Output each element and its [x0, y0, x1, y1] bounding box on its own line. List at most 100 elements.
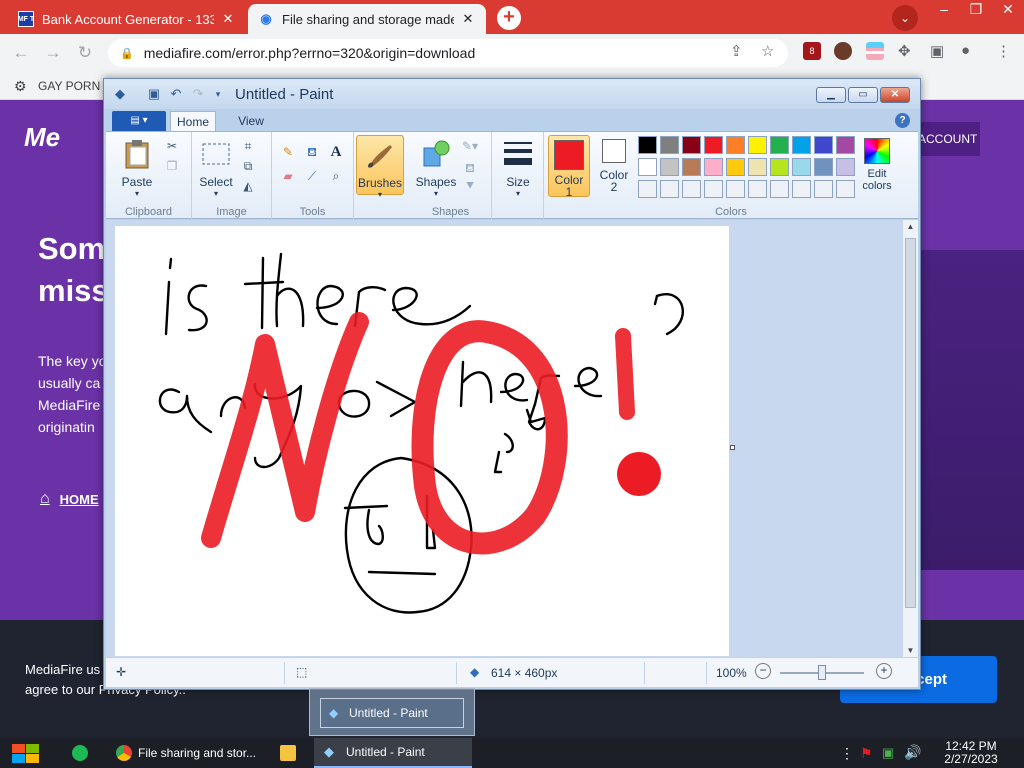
undo-icon[interactable]: ↶: [168, 86, 184, 102]
color-swatch[interactable]: [814, 158, 833, 176]
close-icon[interactable]: ✕: [992, 0, 1024, 22]
color-swatch[interactable]: [814, 180, 833, 198]
taskbar-clock[interactable]: 12:42 PM 2/27/2023: [936, 740, 1006, 766]
scroll-up-arrow-icon[interactable]: ▲: [903, 222, 918, 231]
color-swatch[interactable]: [836, 136, 855, 154]
color-swatch[interactable]: [836, 158, 855, 176]
select-dropdown-icon[interactable]: ▾: [196, 188, 236, 200]
spotify-taskbar-icon[interactable]: [72, 738, 92, 768]
color-swatch[interactable]: [726, 158, 745, 176]
scroll-down-arrow-icon[interactable]: ▼: [903, 646, 918, 655]
color2-button[interactable]: Color 2: [594, 139, 634, 193]
menu-kebab-icon[interactable]: ⋮: [996, 42, 1011, 60]
edit-colors-button[interactable]: Edit colors: [856, 138, 898, 192]
paint-minimize-button[interactable]: ▁: [816, 87, 846, 103]
color1-button[interactable]: Color 1: [548, 135, 590, 198]
color-swatch[interactable]: [748, 180, 767, 198]
new-tab-button[interactable]: +: [497, 6, 521, 30]
home-breadcrumb-link[interactable]: ⌂ HOME: [40, 490, 99, 508]
tab-mediafire[interactable]: ◉ File sharing and storage made si ✕: [248, 4, 486, 34]
customize-toolbar-chevron-icon[interactable]: ▾: [210, 86, 226, 102]
zoom-slider-thumb[interactable]: [818, 665, 826, 680]
brushes-button[interactable]: Brushes ▾: [356, 135, 404, 199]
ublock-extension-icon[interactable]: 8: [803, 42, 821, 60]
color-swatch[interactable]: [660, 180, 679, 198]
redo-icon[interactable]: ↷: [190, 86, 206, 102]
color-swatch[interactable]: [704, 180, 723, 198]
volume-icon[interactable]: 🔊: [904, 744, 921, 761]
save-icon[interactable]: ▣: [146, 86, 162, 102]
file-menu-button[interactable]: ▤ ▾: [112, 111, 166, 131]
outline-icon[interactable]: ✎▾: [462, 138, 478, 154]
reload-icon[interactable]: ↻: [74, 42, 96, 64]
tab-bank-account-generator[interactable]: MF T Bank Account Generator - 133t ✕: [8, 4, 246, 34]
share-icon[interactable]: ⇪: [730, 42, 743, 60]
flag-icon[interactable]: ⚑: [860, 745, 873, 762]
shapes-button[interactable]: Shapes ▾: [412, 138, 460, 200]
color-swatch[interactable]: [682, 136, 701, 154]
paste-button[interactable]: Paste ▾: [114, 138, 160, 200]
network-icon[interactable]: ▣: [882, 745, 894, 761]
taskbar-item-paint[interactable]: ◆ Untitled - Paint: [314, 738, 472, 768]
flag-extension-icon[interactable]: [866, 42, 884, 60]
color-swatch[interactable]: [814, 136, 833, 154]
profile-icon[interactable]: ●: [961, 42, 970, 59]
color-swatch[interactable]: [770, 158, 789, 176]
zoom-in-button[interactable]: +: [876, 663, 892, 679]
minimize-icon[interactable]: –: [928, 0, 960, 22]
resize-icon[interactable]: ⧉: [240, 158, 256, 174]
color-swatch[interactable]: [792, 136, 811, 154]
side-panel-icon[interactable]: ▣: [930, 42, 944, 60]
taskbar-thumbnail-preview[interactable]: ◆ Untitled - Paint: [309, 688, 475, 736]
paint-close-button[interactable]: ✕: [880, 87, 910, 103]
tray-overflow-icon[interactable]: ⋮: [840, 745, 854, 762]
color-picker-icon[interactable]: ⟋: [304, 168, 320, 184]
paste-dropdown-icon[interactable]: ▾: [114, 188, 160, 200]
help-icon[interactable]: ?: [895, 113, 910, 128]
extensions-puzzle-icon[interactable]: ✥: [898, 42, 911, 60]
color-swatch[interactable]: [660, 158, 679, 176]
color-swatch[interactable]: [726, 180, 745, 198]
color-swatch[interactable]: [792, 180, 811, 198]
mediafire-logo[interactable]: Me: [24, 122, 60, 153]
color-swatch[interactable]: [792, 158, 811, 176]
bookmark-star-icon[interactable]: ☆: [761, 42, 774, 60]
paint-app-icon[interactable]: ◆: [112, 86, 128, 102]
scrollbar-thumb[interactable]: [905, 238, 916, 608]
color-swatch[interactable]: [682, 158, 701, 176]
windows-start-icon[interactable]: [10, 738, 42, 768]
preview-item[interactable]: ◆ Untitled - Paint: [320, 698, 464, 728]
select-button[interactable]: Select ▾: [196, 138, 236, 200]
magnifier-icon[interactable]: ⌕: [328, 168, 344, 184]
cut-icon[interactable]: ✂: [164, 138, 180, 154]
text-tool-icon[interactable]: A: [328, 144, 344, 160]
fill-bucket-icon[interactable]: ⛾: [304, 144, 320, 160]
taskbar-item-chrome[interactable]: File sharing and stor...: [108, 738, 262, 768]
color-swatch[interactable]: [704, 136, 723, 154]
rotate-icon[interactable]: ◭: [240, 178, 256, 194]
color-swatch[interactable]: [726, 136, 745, 154]
copy-icon[interactable]: ❐: [164, 158, 180, 174]
color-swatch[interactable]: [704, 158, 723, 176]
zoom-out-button[interactable]: −: [755, 663, 771, 679]
color-swatch[interactable]: [748, 158, 767, 176]
color-swatch[interactable]: [660, 136, 679, 154]
bookmark-item[interactable]: ⚙ GAY PORN: [14, 78, 100, 94]
color-swatch[interactable]: [682, 180, 701, 198]
vertical-scrollbar[interactable]: ▲ ▼: [903, 220, 918, 657]
paint-maximize-button[interactable]: ▭: [848, 87, 878, 103]
address-bar[interactable]: 🔒 mediafire.com/error.php?errno=320&orig…: [108, 39, 788, 67]
close-tab-icon[interactable]: ✕: [460, 11, 476, 27]
tab-view[interactable]: View: [228, 111, 274, 131]
forward-arrow-icon[interactable]: →: [42, 42, 64, 64]
tab-search-chevron-icon[interactable]: ⌄: [892, 5, 918, 31]
avatar-extension-icon[interactable]: [834, 42, 852, 60]
crop-icon[interactable]: ⌗: [240, 138, 256, 154]
color-swatch[interactable]: [770, 180, 789, 198]
fill-icon[interactable]: ⛾▾: [462, 160, 478, 191]
back-arrow-icon[interactable]: ←: [10, 42, 32, 64]
file-explorer-taskbar-icon[interactable]: [280, 738, 300, 768]
close-tab-icon[interactable]: ✕: [220, 11, 236, 27]
canvas-resize-handle[interactable]: [730, 445, 735, 450]
color-swatch[interactable]: [836, 180, 855, 198]
